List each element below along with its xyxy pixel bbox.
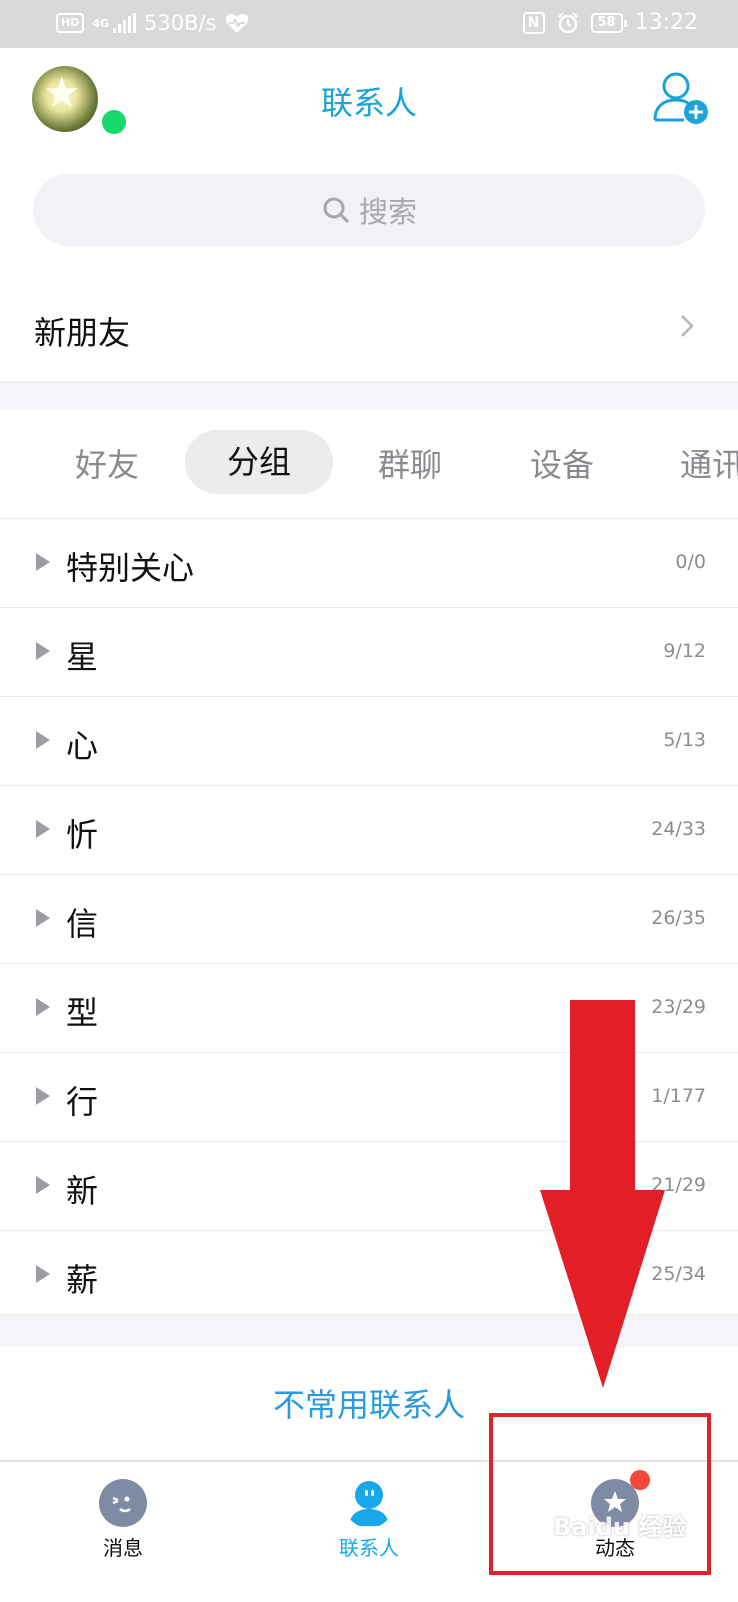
search-placeholder: 搜索: [358, 195, 417, 229]
group-name: 行: [66, 1083, 99, 1121]
tab-devices[interactable]: 设备: [530, 440, 594, 486]
nfc-icon: N: [522, 11, 545, 34]
nav-label: 消息: [103, 1536, 143, 1560]
hd-indicator: HD: [56, 13, 85, 33]
network-speed: 530B/s: [144, 11, 217, 35]
nav-label: 联系人: [339, 1536, 399, 1560]
new-friends-label: 新朋友: [34, 314, 131, 352]
expand-arrow-icon: [36, 1265, 50, 1283]
search-icon: [323, 197, 350, 224]
group-count: 5/13: [663, 729, 706, 751]
group-name: 新: [66, 1172, 99, 1210]
expand-arrow-icon: [36, 909, 50, 927]
expand-arrow-icon: [36, 553, 50, 571]
section-divider: [0, 382, 738, 409]
new-friends-row[interactable]: 新朋友: [0, 278, 738, 382]
group-name: 信: [66, 905, 99, 943]
expand-arrow-icon: [36, 731, 50, 749]
group-row[interactable]: 特别关心 0/0: [0, 518, 738, 607]
watermark: Baidu 经验: [553, 1513, 687, 1541]
message-icon: [99, 1479, 147, 1527]
alarm-icon: [557, 11, 578, 33]
contact-tabs: 好友 分组 群聊 设备 通讯录: [0, 408, 738, 518]
tab-friends[interactable]: 好友: [75, 440, 139, 486]
down-arrow-annotation: [540, 1000, 665, 1388]
group-count: 0/0: [675, 551, 706, 573]
group-row[interactable]: 星 9/12: [0, 607, 738, 696]
search-bar[interactable]: 搜索: [33, 174, 705, 246]
nav-contacts[interactable]: 联系人: [246, 1462, 492, 1602]
page-title: 联系人: [320, 84, 417, 122]
group-count: 24/33: [651, 818, 706, 840]
group-name: 特别关心: [66, 549, 195, 587]
group-row[interactable]: 心 5/13: [0, 696, 738, 785]
tab-group-chats[interactable]: 群聊: [378, 440, 442, 486]
expand-arrow-icon: [36, 998, 50, 1016]
signal-icon: [113, 13, 137, 33]
expand-arrow-icon: [36, 1087, 50, 1105]
group-name: 薪: [66, 1261, 99, 1299]
add-friend-icon[interactable]: [652, 70, 708, 126]
group-count: 9/12: [663, 640, 706, 662]
expand-arrow-icon: [36, 1176, 50, 1194]
highlight-box: [489, 1413, 711, 1575]
header: ★ 联系人: [0, 48, 738, 158]
group-count: 26/35: [651, 907, 706, 929]
group-name: 忻: [66, 816, 99, 854]
group-row[interactable]: 忻 24/33: [0, 785, 738, 874]
chevron-right-icon: [681, 315, 694, 337]
clock: 13:22: [634, 10, 698, 35]
status-bar: HD 4G 530B/s N 58 13:22: [0, 0, 738, 48]
group-name: 型: [66, 994, 99, 1032]
expand-arrow-icon: [36, 820, 50, 838]
tab-address-book[interactable]: 通讯录: [680, 440, 738, 486]
group-row[interactable]: 信 26/35: [0, 874, 738, 963]
network-type: 4G: [92, 16, 110, 30]
heart-icon: [225, 13, 248, 33]
group-name: 心: [66, 727, 99, 765]
battery-icon: 58: [590, 12, 627, 33]
tab-groups[interactable]: 分组: [185, 430, 334, 494]
contacts-icon: [349, 1481, 389, 1526]
expand-arrow-icon: [36, 642, 50, 660]
group-name: 星: [66, 638, 99, 676]
nav-messages[interactable]: 消息: [0, 1462, 246, 1602]
